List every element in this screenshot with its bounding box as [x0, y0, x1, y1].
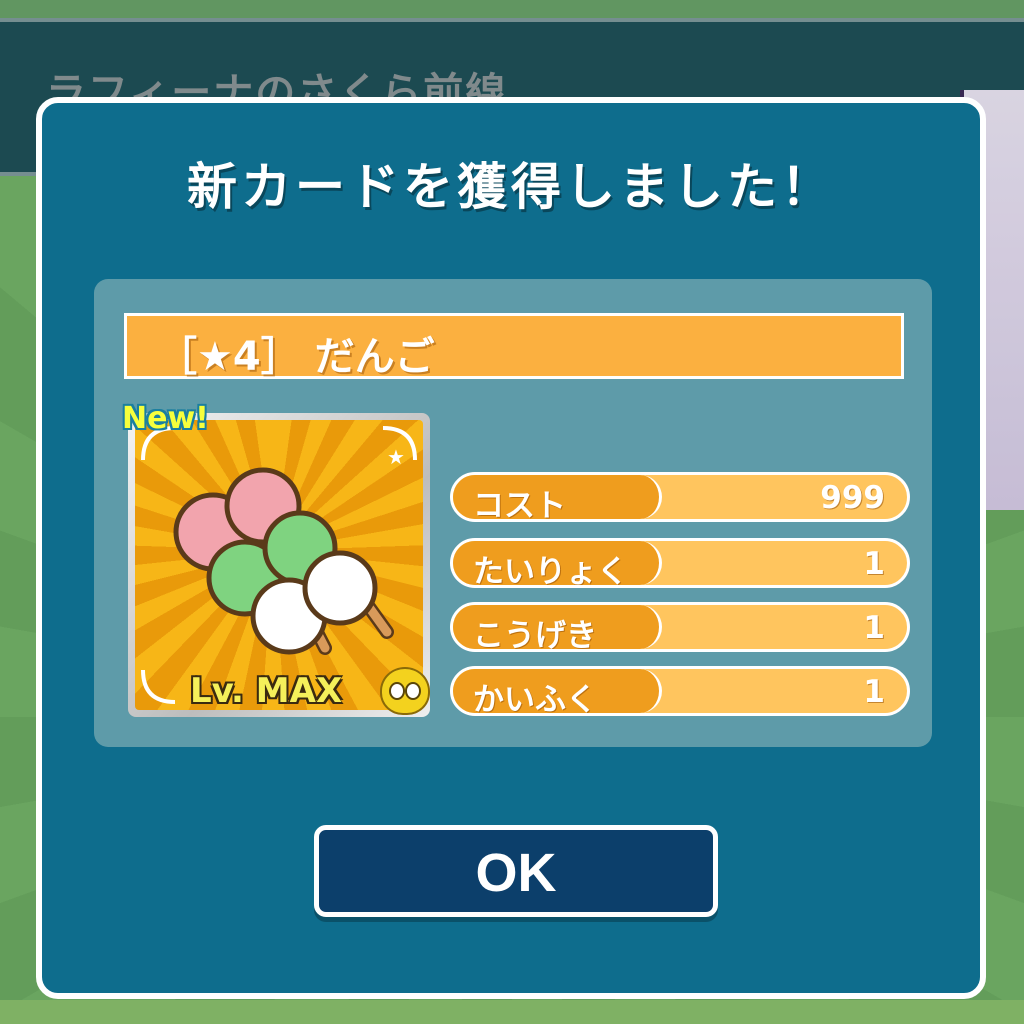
stat-row-hp: たいりょく 1	[450, 538, 910, 588]
stat-label: かいふく	[473, 682, 597, 716]
new-badge: New!	[122, 401, 209, 436]
card-artwork: ★	[135, 420, 423, 710]
stat-label: たいりょく	[473, 554, 628, 588]
stat-label: こうげき	[473, 618, 597, 652]
ok-button-label: OK	[475, 843, 557, 903]
stat-value: 1	[863, 610, 885, 646]
stat-row-attack: こうげき 1	[450, 602, 910, 652]
card-name: ［★4］ だんご	[157, 334, 435, 380]
ok-button[interactable]: OK	[314, 825, 718, 917]
stat-label-box: コスト	[453, 475, 662, 519]
stat-label-box: こうげき	[453, 605, 662, 649]
card-info-panel: ［★4］ だんご ★ New! Lv. MAX コスト 999 たいりょく 1 …	[94, 279, 932, 747]
dango-illustration: ★	[141, 426, 417, 704]
svg-text:★: ★	[387, 445, 405, 469]
stat-value: 1	[863, 674, 885, 710]
card-image[interactable]: ★ New! Lv. MAX	[122, 401, 430, 717]
new-card-dialog: 新カードを獲得しました！ ［★4］ だんご ★ New! Lv. MAX コスト…	[36, 97, 986, 999]
stat-row-cost: コスト 999	[450, 472, 910, 522]
stat-label-box: かいふく	[453, 669, 662, 713]
puyo-icon	[380, 667, 430, 715]
stat-row-recovery: かいふく 1	[450, 666, 910, 716]
stat-value: 1	[863, 546, 885, 582]
stat-label: コスト	[473, 488, 566, 522]
card-name-bar: ［★4］ だんご	[124, 313, 904, 380]
stat-value: 999	[820, 480, 885, 516]
stat-label-box: たいりょく	[453, 541, 662, 585]
dialog-title: 新カードを獲得しました！	[187, 158, 835, 216]
card-level: Lv. MAX	[190, 671, 343, 711]
